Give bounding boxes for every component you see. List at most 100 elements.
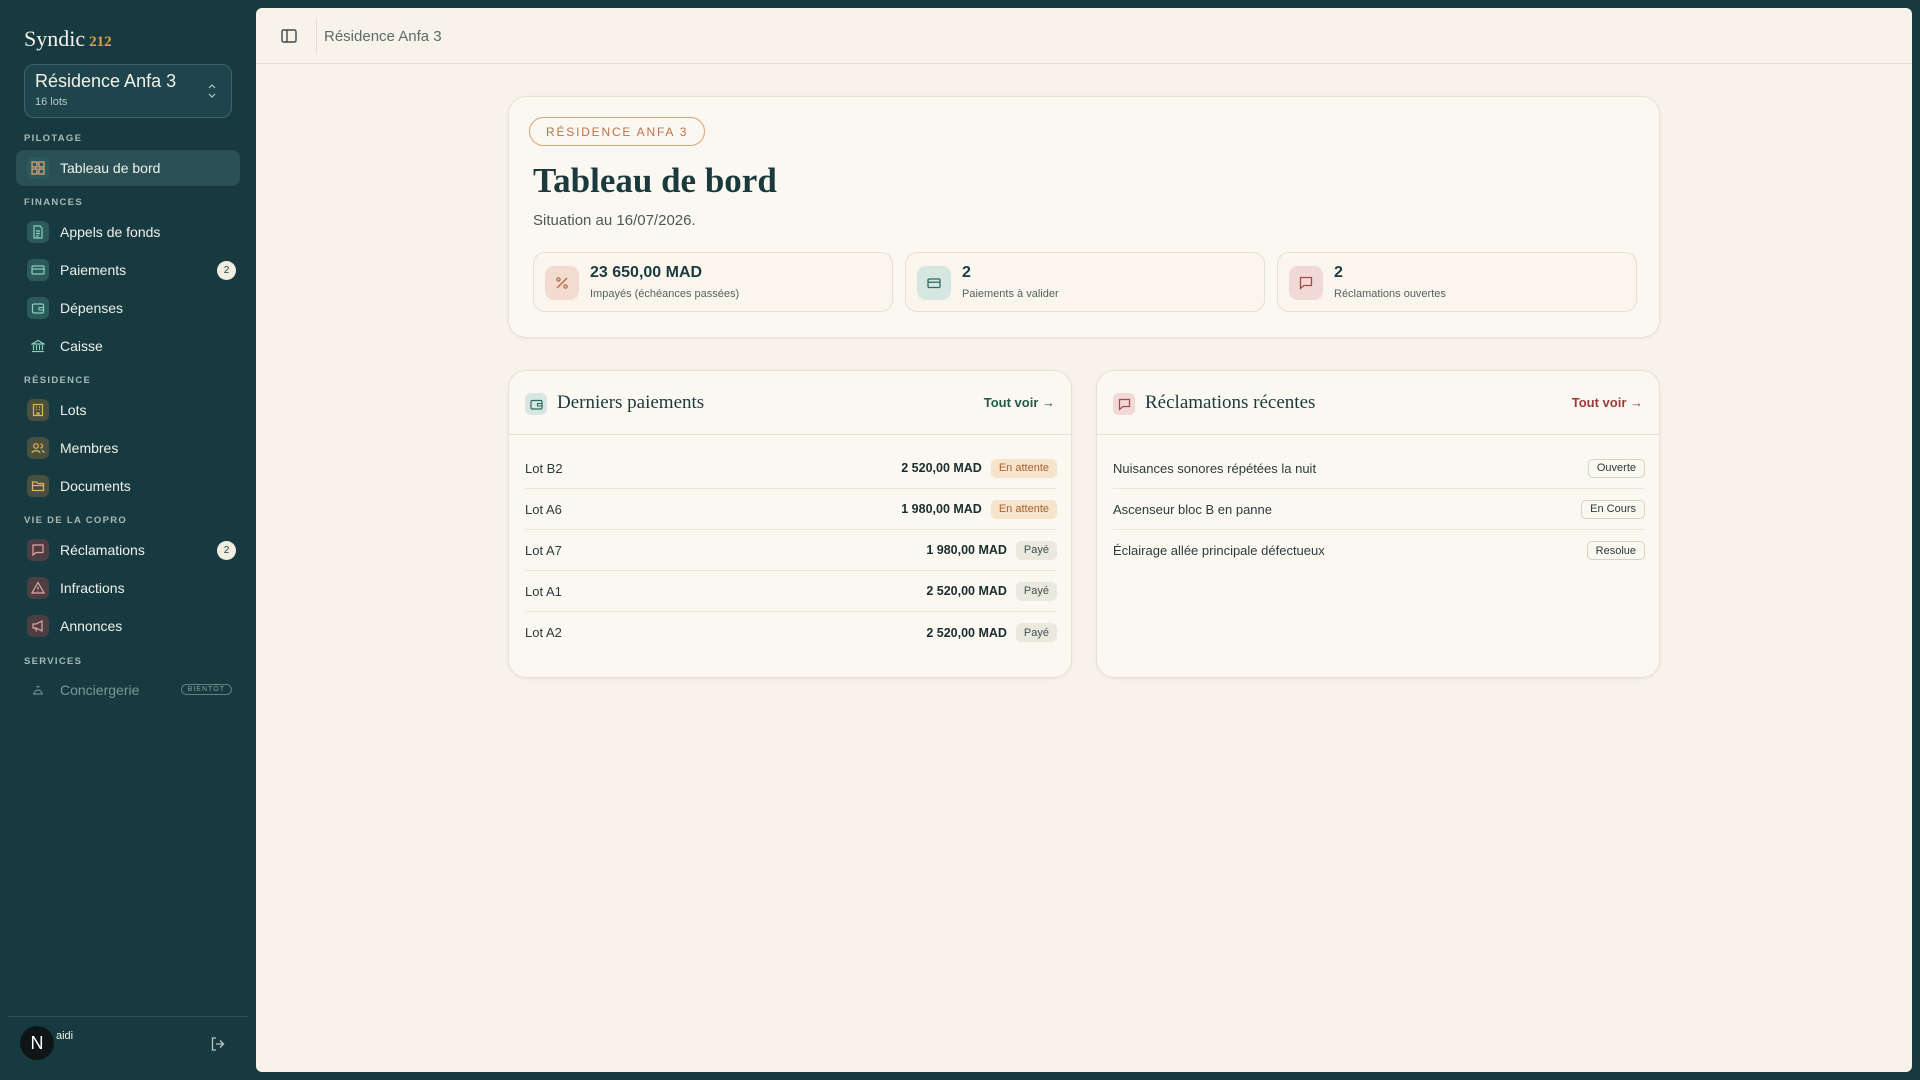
sidebar-item-label: Paiements: [60, 262, 127, 278]
payment-lot: Lot B2: [525, 460, 563, 476]
card-header: Derniers paiements Tout voir →: [509, 371, 1071, 435]
kpi-label: Réclamations ouvertes: [1334, 288, 1446, 300]
alert-triangle-icon: [27, 577, 49, 599]
section-label-vie-copro: VIE DE LA COPRO: [24, 515, 128, 526]
complaint-text: Éclairage allée principale défectueux: [1113, 543, 1325, 558]
sidebar-item-dashboard[interactable]: Tableau de bord: [16, 150, 240, 186]
payment-lot: Lot A1: [525, 583, 562, 599]
avatar[interactable]: N: [20, 1026, 54, 1060]
main-content: Résidence Anfa 3 RÉSIDENCE ANFA 3 Tablea…: [256, 8, 1912, 1072]
page-subtitle: Situation au 16/07/2026.: [533, 212, 696, 229]
table-row[interactable]: Lot A2 2 520,00 MAD Payé: [525, 612, 1057, 653]
sidebar-item-caisse[interactable]: Caisse: [16, 328, 240, 364]
table-row[interactable]: Lot B2 2 520,00 MAD En attente: [525, 448, 1057, 489]
chevrons-up-down-icon: [208, 84, 216, 98]
section-label-finances: FINANCES: [24, 197, 83, 208]
sidebar-item-label: Dépenses: [60, 300, 124, 316]
sidebar-item-label: Appels de fonds: [60, 224, 161, 240]
section-label-residence: RÉSIDENCE: [24, 375, 92, 386]
concierge-bell-icon: [27, 679, 49, 701]
wallet-icon: [525, 393, 547, 415]
sidebar-item-infractions[interactable]: Infractions: [16, 570, 240, 606]
see-all-label: Tout voir: [983, 395, 1039, 410]
reclamations-count-badge: 2: [217, 541, 236, 560]
megaphone-icon: [27, 615, 49, 637]
kpi-value: 23 650,00 MAD: [590, 264, 703, 281]
payment-amount: 1 980,00 MAD: [926, 543, 1007, 557]
residence-switcher[interactable]: Résidence Anfa 3 16 lots: [24, 64, 232, 118]
list-item[interactable]: Nuisances sonores répétées la nuit Ouver…: [1113, 448, 1645, 489]
kpi-card-impayes[interactable]: 23 650,00 MAD Impayés (échéances passées…: [533, 252, 893, 312]
complaint-text: Nuisances sonores répétées la nuit: [1113, 460, 1317, 476]
recent-complaints-card: Réclamations récentes Tout voir → Nuisan…: [1096, 370, 1660, 678]
section-label-services: SERVICES: [24, 656, 83, 667]
sidebar-item-annonces[interactable]: Annonces: [16, 608, 240, 644]
sidebar-item-label: Tableau de bord: [60, 160, 161, 176]
landmark-icon: [27, 335, 49, 357]
kpi-value: 2: [962, 264, 971, 281]
sidebar-item-lots[interactable]: Lots: [16, 392, 240, 428]
section-label-pilotage: PILOTAGE: [24, 133, 83, 144]
list-item[interactable]: Ascenseur bloc B en panne En Cours: [1113, 489, 1645, 530]
status-badge: Resolue: [1586, 541, 1645, 560]
wallet-icon: [27, 297, 49, 319]
sidebar-item-appels-de-fonds[interactable]: Appels de fonds: [16, 214, 240, 250]
list-item[interactable]: Éclairage allée principale défectueux Re…: [1113, 530, 1645, 571]
arrow-right-icon: →: [1630, 395, 1643, 410]
sidebar-item-paiements[interactable]: Paiements 2: [16, 252, 240, 288]
paiements-count-badge: 2: [217, 261, 236, 280]
sidebar-item-membres[interactable]: Membres: [16, 430, 240, 466]
sidebar-item-documents[interactable]: Documents: [16, 468, 240, 504]
recent-payments-card: Derniers paiements Tout voir → Lot B2 2 …: [508, 370, 1072, 678]
arrow-right-icon: →: [1042, 395, 1055, 410]
breadcrumb: Résidence Anfa 3: [324, 28, 442, 45]
sidebar-item-depenses[interactable]: Dépenses: [16, 290, 240, 326]
credit-card-icon: [27, 259, 49, 281]
card-title: Derniers paiements: [557, 392, 705, 413]
status-badge: Payé: [1015, 623, 1057, 642]
topbar-divider: [316, 18, 317, 54]
status-badge: En attente: [990, 499, 1057, 519]
layout-grid-icon: [27, 157, 49, 179]
payment-lot: Lot A6: [525, 501, 562, 517]
sidebar-item-label: Caisse: [60, 338, 103, 354]
soon-badge: BIENTÔT: [180, 684, 232, 695]
sidebar-item-conciergerie: Conciergerie BIENTÔT: [16, 672, 240, 708]
sidebar-item-label: Réclamations: [60, 542, 145, 558]
sidebar: Syndic 212 Résidence Anfa 3 16 lots PILOT…: [0, 0, 256, 1080]
status-badge: En attente: [990, 458, 1057, 478]
sidebar-item-label: Membres: [60, 440, 119, 456]
credit-card-icon: [917, 266, 951, 300]
card-header: Réclamations récentes Tout voir →: [1097, 371, 1659, 435]
status-badge: En Cours: [1581, 499, 1645, 519]
kpi-value: 2: [1334, 264, 1343, 281]
residence-pill: RÉSIDENCE ANFA 3: [529, 117, 706, 146]
folder-icon: [27, 475, 49, 497]
card-title: Réclamations récentes: [1145, 392, 1316, 413]
kpi-card-paiements[interactable]: 2 Paiements à valider: [905, 252, 1265, 312]
payment-amount: 1 980,00 MAD: [901, 502, 982, 516]
payment-lot: Lot A2: [525, 625, 562, 640]
log-out-icon[interactable]: [210, 1036, 226, 1052]
sidebar-item-label: Lots: [60, 402, 87, 418]
payment-amount: 2 520,00 MAD: [926, 625, 1007, 640]
dashboard-hero-card: RÉSIDENCE ANFA 3 Tableau de bord Situati…: [508, 96, 1660, 338]
sidebar-item-label: Annonces: [60, 618, 123, 634]
message-square-icon: [1113, 393, 1135, 415]
table-row[interactable]: Lot A1 2 520,00 MAD Payé: [525, 571, 1057, 612]
sidebar-toggle-icon[interactable]: [280, 27, 298, 45]
brand-number: 212: [89, 34, 112, 50]
residence-switcher-name: Résidence Anfa 3: [35, 71, 177, 91]
sidebar-item-reclamations[interactable]: Réclamations 2: [16, 532, 240, 568]
status-badge: Payé: [1015, 540, 1057, 560]
users-icon: [27, 437, 49, 459]
table-row[interactable]: Lot A7 1 980,00 MAD Payé: [525, 530, 1057, 571]
table-row[interactable]: Lot A6 1 980,00 MAD En attente: [525, 489, 1057, 530]
payment-amount: 2 520,00 MAD: [926, 584, 1007, 598]
brand-logo[interactable]: Syndic 212: [24, 26, 112, 52]
see-all-complaints-link[interactable]: Tout voir →: [1572, 395, 1643, 410]
kpi-card-reclamations[interactable]: 2 Réclamations ouvertes: [1277, 252, 1637, 312]
see-all-payments-link[interactable]: Tout voir →: [984, 395, 1055, 410]
page-title: Tableau de bord: [533, 161, 777, 200]
message-icon: [1289, 266, 1323, 300]
